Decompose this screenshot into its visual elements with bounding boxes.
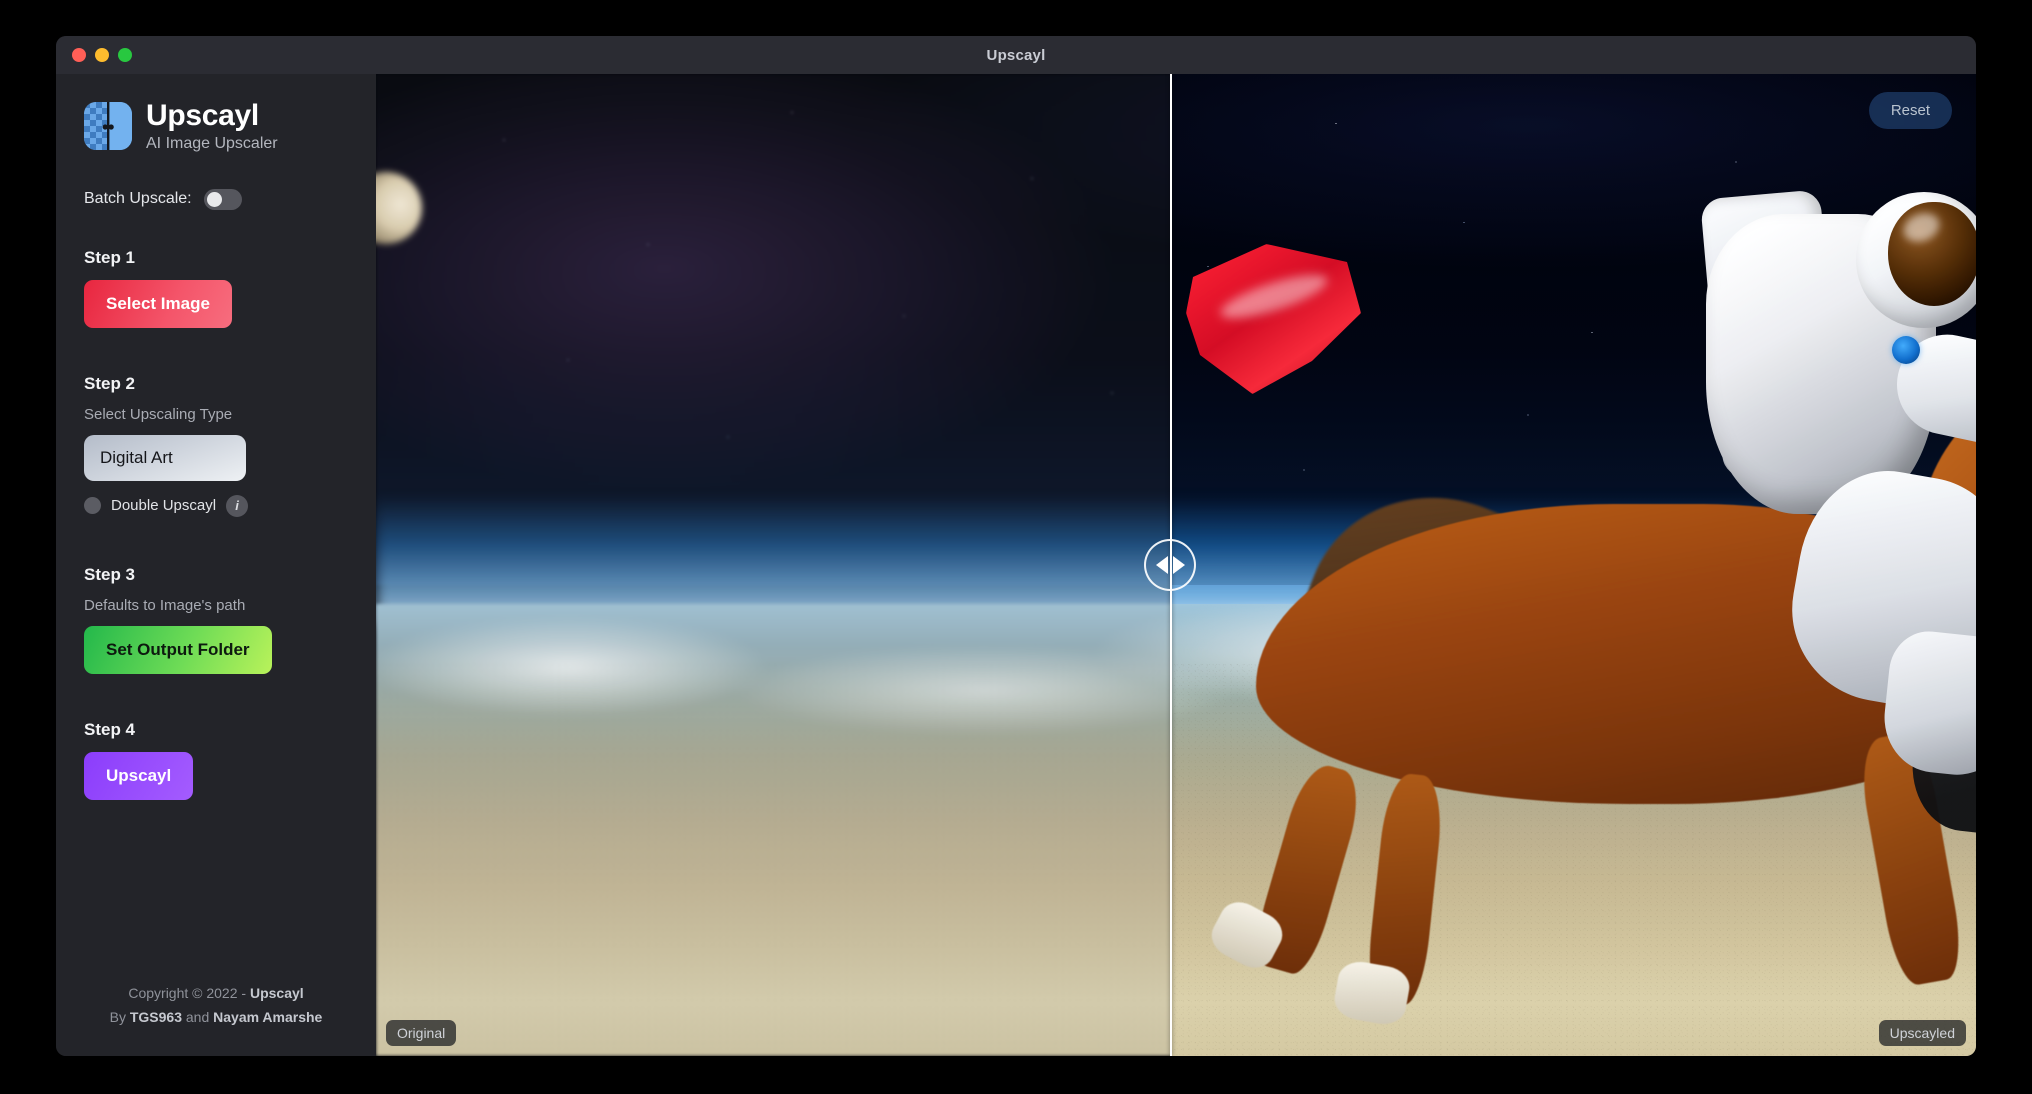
image-comparison-viewer[interactable]: Reset Original Upscayled [376, 74, 1976, 1056]
step-1-title: Step 1 [84, 247, 136, 267]
chest-gauge-icon-upscayled [1892, 336, 1920, 364]
minimize-window-button[interactable] [95, 48, 109, 62]
copyright-line: Copyright © 2022 - Upscayl [84, 982, 348, 1006]
authors-line: By TGS963 and Nayam Amarshe [84, 1006, 348, 1030]
step-3-section: Step 3 Defaults to Image's path Set Outp… [84, 565, 348, 710]
authors-middle: and [182, 1009, 214, 1026]
brand-text: Upscayl AI Image Upscaler [146, 100, 278, 153]
original-image-label: Original [386, 1020, 457, 1046]
copyright-app: Upscayl [249, 985, 304, 1002]
reset-button[interactable]: Reset [1868, 92, 1952, 129]
traffic-lights [72, 48, 132, 62]
step-2-section: Step 2 Select Upscaling Type Digital Art… [84, 374, 348, 555]
left-arrow-icon [1155, 556, 1168, 574]
step-1-section: Step 1 Select Image [84, 248, 348, 364]
step-4-section: Step 4 Upscayl [84, 720, 348, 830]
brand-subtitle: AI Image Upscaler [146, 134, 278, 152]
step-3-title: Step 3 [84, 564, 136, 584]
copyright-prefix: Copyright © 2022 - [128, 985, 250, 1002]
step-2-subtitle: Select Upscaling Type [84, 405, 233, 423]
red-flag-upscayled [1186, 244, 1361, 394]
brand: Upscayl AI Image Upscaler [84, 100, 348, 153]
select-image-button[interactable]: Select Image [84, 279, 232, 328]
close-window-button[interactable] [72, 48, 86, 62]
set-output-folder-button[interactable]: Set Output Folder [84, 625, 272, 674]
double-upscayl-row: Double Upscayl i [84, 494, 348, 517]
brand-title: Upscayl [146, 99, 259, 132]
double-upscayl-toggle[interactable] [84, 497, 101, 514]
step-2-title: Step 2 [84, 373, 136, 393]
app-window: Upscayl Upscayl AI Image Upscaler Batch … [56, 36, 1976, 1056]
step-3-subtitle: Defaults to Image's path [84, 596, 246, 614]
toggle-knob [206, 191, 222, 207]
sidebar-footer: Copyright © 2022 - Upscayl By TGS963 and… [84, 982, 348, 1056]
author-two: Nayam Amarshe [213, 1009, 323, 1026]
upscayl-logo-icon [84, 102, 132, 151]
batch-upscale-label: Batch Upscale: [84, 190, 192, 207]
upscayl-button[interactable]: Upscayl [84, 751, 194, 800]
comparison-slider-handle[interactable] [1144, 539, 1196, 591]
window-body: Upscayl AI Image Upscaler Batch Upscale:… [56, 74, 1976, 1056]
sidebar: Upscayl AI Image Upscaler Batch Upscale:… [56, 74, 376, 1056]
info-icon[interactable]: i [226, 494, 249, 517]
upscaling-type-select[interactable]: Digital Art [84, 434, 246, 481]
upscaling-type-select-wrap: Digital Art [84, 434, 348, 481]
author-one: TGS963 [129, 1009, 182, 1026]
step-4-title: Step 4 [84, 719, 136, 739]
double-upscayl-label: Double Upscayl [111, 497, 217, 514]
upscayled-image-label: Upscayled [1878, 1020, 1966, 1046]
maximize-window-button[interactable] [118, 48, 132, 62]
batch-upscale-toggle[interactable] [203, 188, 242, 210]
helmet-visor-upscayled [1888, 202, 1976, 306]
titlebar: Upscayl [56, 36, 1976, 74]
right-arrow-icon [1172, 556, 1185, 574]
batch-upscale-row: Batch Upscale: [84, 188, 348, 210]
window-title: Upscayl [986, 46, 1046, 64]
authors-prefix: By [109, 1009, 130, 1026]
